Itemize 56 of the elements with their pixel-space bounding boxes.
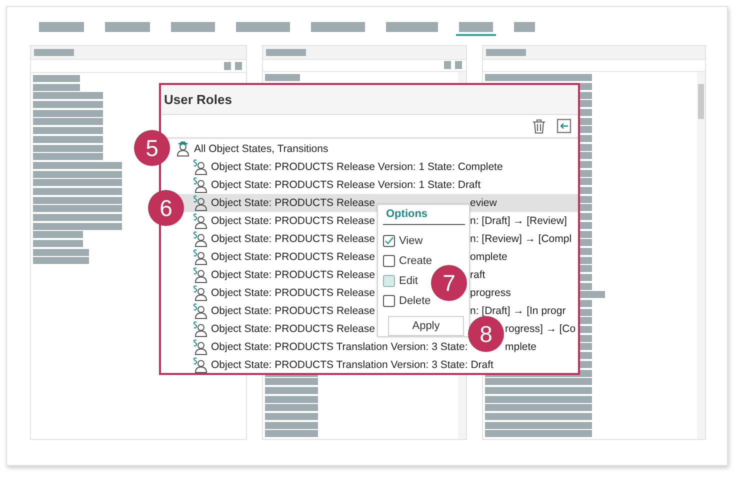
tree-item[interactable]: Object State: PRODUCTS Release xyxy=(211,215,377,227)
scrollbar[interactable] xyxy=(697,72,705,439)
tree-item-text: n: [Review] → [Compl xyxy=(470,233,572,245)
placeholder-bar xyxy=(265,74,300,82)
user-state-icon xyxy=(192,194,208,212)
tree-item-text: progress xyxy=(470,287,511,299)
user-state-icon xyxy=(192,212,208,230)
tree-item-text: rogress] → [Co xyxy=(505,323,576,335)
placeholder-bar xyxy=(33,75,80,82)
user-group-icon xyxy=(175,141,191,157)
user-state-icon xyxy=(192,248,208,266)
checkbox[interactable] xyxy=(383,255,395,267)
checkbox-label: Delete xyxy=(399,295,431,307)
tree-item[interactable]: Object State: PRODUCTS Release xyxy=(211,323,377,335)
checkbox[interactable] xyxy=(383,295,395,307)
tree-item[interactable]: Object State: PRODUCTS Translation Version: 3 State: xyxy=(211,341,468,353)
checkbox[interactable] xyxy=(383,275,395,287)
checkbox-label: Create xyxy=(399,255,432,267)
apply-button[interactable]: Apply xyxy=(388,316,464,336)
tree-item-text: mplete xyxy=(505,341,537,353)
tree-item-text: omplete xyxy=(470,251,508,263)
tree-item[interactable]: Object State: PRODUCTS Release xyxy=(211,197,377,209)
user-state-icon xyxy=(192,158,208,176)
placeholder-bar xyxy=(33,144,103,152)
panel-title-placeholder xyxy=(266,48,306,56)
tree-item[interactable]: Object State: PRODUCTS Translation Version: 3 State: Draft xyxy=(211,359,494,371)
tree-item[interactable]: Object State: PRODUCTS Release Version: 1 State: Complete xyxy=(211,161,503,173)
checkbox[interactable] xyxy=(383,235,395,247)
tree-item-text: n: [Draft] → [Review] xyxy=(470,215,567,227)
dialog-title: User Roles xyxy=(164,92,232,107)
tree-item[interactable]: Object State: PRODUCTS Release xyxy=(211,251,377,263)
tree-item[interactable]: Object State: PRODUCTS Release xyxy=(211,287,377,299)
user-state-icon xyxy=(192,176,208,194)
user-state-icon xyxy=(192,338,208,356)
tree-item-text: raft xyxy=(470,269,486,281)
panel-title-placeholder xyxy=(486,48,526,56)
checkbox-label: Edit xyxy=(399,275,418,287)
tree-item-text: n: [Draft] → [In progr xyxy=(470,305,566,317)
tree-item-text: eview xyxy=(470,197,497,209)
user-state-icon xyxy=(192,266,208,284)
tab[interactable] xyxy=(456,22,496,36)
import-icon[interactable] xyxy=(556,118,572,134)
user-state-icon xyxy=(192,302,208,320)
tree-item[interactable]: Object State: PRODUCTS Release Version: 1 State: Draft xyxy=(211,179,481,191)
user-state-icon xyxy=(192,284,208,302)
delete-icon[interactable] xyxy=(531,118,547,134)
checkbox-label: View xyxy=(399,235,423,247)
panel-title-placeholder xyxy=(34,49,74,56)
user-state-icon xyxy=(192,356,208,373)
popup-title: Options xyxy=(383,208,465,225)
user-state-icon xyxy=(192,230,208,248)
tree-item[interactable]: All Object States, Transitions xyxy=(194,143,328,155)
user-state-icon xyxy=(192,320,208,338)
tree-item[interactable]: Object State: PRODUCTS Release xyxy=(211,305,377,317)
tree-item[interactable]: Object State: PRODUCTS Release xyxy=(211,233,377,245)
tree-item[interactable]: Object State: PRODUCTS Release xyxy=(211,269,377,281)
